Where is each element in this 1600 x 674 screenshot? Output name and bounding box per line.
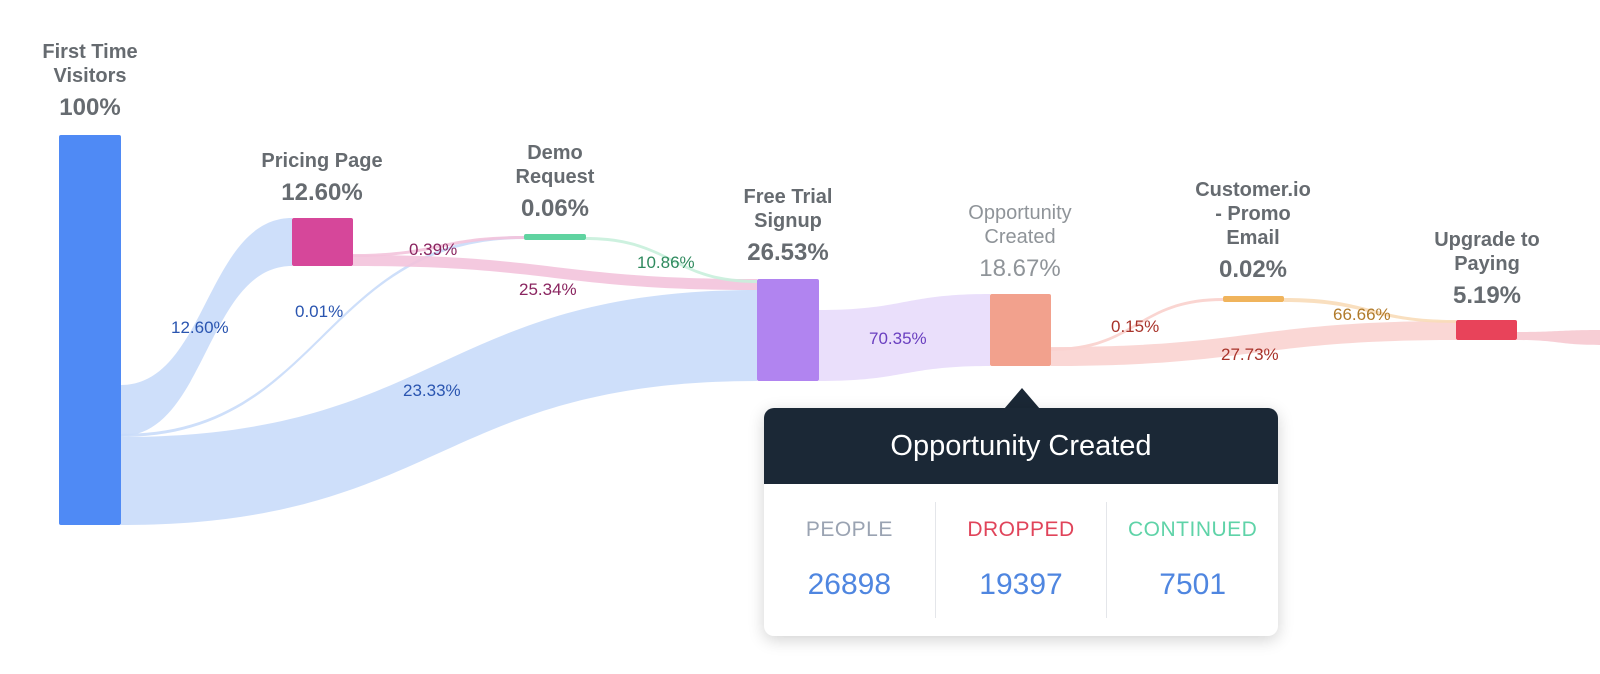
node-tooltip: Opportunity Created PEOPLE 26898 DROPPED… bbox=[764, 408, 1278, 636]
node-label-free-trial-signup: Free Trial Signup 26.53% bbox=[688, 185, 888, 265]
link-label: 0.15% bbox=[1111, 317, 1160, 336]
label-line: Signup bbox=[754, 210, 822, 232]
link-label: 25.34% bbox=[519, 280, 577, 299]
tooltip-people: PEOPLE 26898 bbox=[764, 502, 936, 618]
label-line: First Time bbox=[42, 41, 138, 63]
link-label: 0.39% bbox=[409, 240, 458, 259]
node-percent: 5.19% bbox=[1452, 282, 1522, 309]
label-line: Opportunity bbox=[968, 202, 1072, 224]
continued-label: CONTINUED bbox=[1128, 518, 1258, 541]
node-label-demo-request: Demo Request 0.06% bbox=[455, 141, 655, 221]
node-percent: 18.67% bbox=[979, 255, 1061, 282]
link-label: 12.60% bbox=[171, 318, 229, 337]
dropped-label: DROPPED bbox=[967, 518, 1075, 541]
label-line: Created bbox=[984, 226, 1056, 248]
link-label: 27.73% bbox=[1221, 345, 1279, 364]
label-line: Pricing Page bbox=[261, 150, 383, 172]
tooltip-title: Opportunity Created bbox=[764, 408, 1278, 484]
link-label: 0.01% bbox=[295, 302, 344, 321]
node-percent: 100% bbox=[59, 94, 121, 121]
label-line: Customer.io bbox=[1195, 179, 1311, 201]
label-line: Demo bbox=[527, 142, 583, 164]
node-percent: 26.53% bbox=[747, 239, 829, 266]
label-line: - Promo bbox=[1215, 203, 1291, 225]
node-percent: 12.60% bbox=[281, 179, 363, 206]
continued-value: 7501 bbox=[1159, 568, 1227, 601]
node-label-customer-io-promo-email: Customer.io - Promo Email 0.02% bbox=[1153, 178, 1353, 282]
label-line: Visitors bbox=[53, 65, 127, 87]
node-pricing-page[interactable] bbox=[292, 218, 353, 266]
node-label-upgrade-to-paying: Upgrade to Paying 5.19% bbox=[1387, 228, 1587, 308]
node-percent: 0.02% bbox=[1218, 256, 1288, 283]
node-label-pricing-page: Pricing Page 12.60% bbox=[222, 149, 422, 205]
tooltip-continued: CONTINUED 7501 bbox=[1107, 502, 1278, 618]
link-label: 70.35% bbox=[869, 329, 927, 348]
tooltip-arrow bbox=[1004, 388, 1040, 409]
node-label-first-time-visitors: First Time Visitors 100% bbox=[0, 40, 190, 120]
node-label-opportunity-created: Opportunity Created 18.67% bbox=[920, 201, 1120, 281]
label-line: Request bbox=[515, 166, 595, 188]
dropped-value: 19397 bbox=[979, 568, 1063, 601]
node-free-trial-signup[interactable] bbox=[757, 279, 819, 381]
tooltip-dropped: DROPPED 19397 bbox=[936, 502, 1108, 618]
link-label: 23.33% bbox=[403, 381, 461, 400]
label-line: Free Trial bbox=[743, 186, 833, 208]
node-demo-request[interactable] bbox=[524, 234, 586, 240]
label-line: Email bbox=[1226, 227, 1280, 249]
label-line: Paying bbox=[1454, 253, 1520, 275]
node-opportunity-created[interactable] bbox=[990, 294, 1051, 366]
node-first-time-visitors[interactable] bbox=[59, 135, 121, 525]
people-label: PEOPLE bbox=[805, 518, 893, 541]
node-percent: 0.06% bbox=[520, 195, 590, 222]
node-customer-io-promo-email[interactable] bbox=[1223, 296, 1284, 302]
label-line: Upgrade to bbox=[1434, 229, 1540, 251]
node-upgrade-to-paying[interactable] bbox=[1456, 320, 1517, 340]
people-value: 26898 bbox=[807, 568, 892, 601]
link-label: 10.86% bbox=[637, 253, 695, 272]
link-out[interactable] bbox=[1517, 330, 1600, 345]
link-label: 66.66% bbox=[1333, 305, 1391, 324]
